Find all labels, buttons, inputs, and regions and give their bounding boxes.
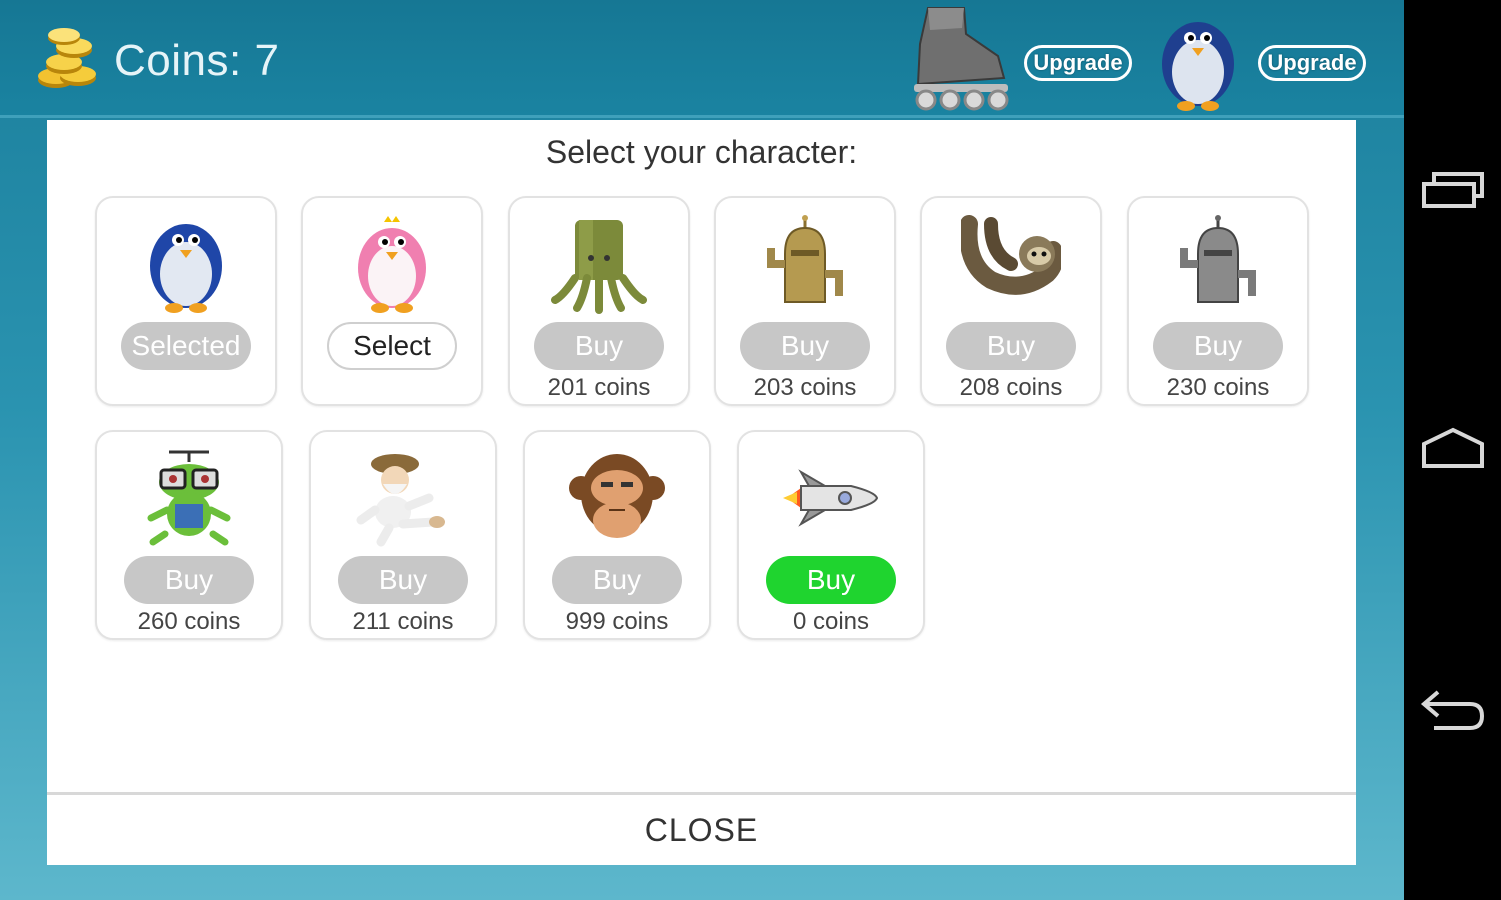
coins-count: Coins: 7 xyxy=(114,36,280,85)
upgrade-penguin-button[interactable]: Upgrade xyxy=(1258,45,1366,81)
character-card: Buy 211 coins xyxy=(309,430,497,640)
monkey-icon xyxy=(569,454,665,538)
price-label: 230 coins xyxy=(1166,374,1270,401)
character-card: Selected xyxy=(95,196,277,406)
top-bar: Coins: 7 Upgrade Upgrade xyxy=(0,0,1404,118)
home-icon[interactable] xyxy=(1420,424,1486,476)
buy-button[interactable]: Buy xyxy=(552,556,682,604)
price-label: 201 coins xyxy=(547,374,651,401)
coins-icon xyxy=(38,28,96,88)
close-button[interactable]: CLOSE xyxy=(47,796,1356,865)
price-label: 208 coins xyxy=(959,374,1063,401)
buy-button[interactable]: Buy xyxy=(946,322,1076,370)
squid-icon xyxy=(551,220,647,314)
buy-button[interactable]: Buy xyxy=(534,322,664,370)
buy-button[interactable]: Buy xyxy=(124,556,254,604)
price-label: 0 coins xyxy=(792,608,870,635)
price-label: 211 coins xyxy=(352,608,454,635)
pink-penguin-icon xyxy=(358,216,426,313)
price-label: 203 coins xyxy=(753,374,857,401)
character-card: Buy 999 coins xyxy=(523,430,711,640)
inline-skate-icon xyxy=(914,7,1009,111)
metal-robot-icon xyxy=(1180,215,1256,303)
back-icon[interactable] xyxy=(1420,684,1486,736)
price-label: 999 coins xyxy=(565,608,669,635)
system-navigation-bar xyxy=(1404,0,1501,900)
character-card: Buy 230 coins xyxy=(1127,196,1309,406)
buy-button[interactable]: Buy xyxy=(766,556,896,604)
penguin-icon xyxy=(1162,22,1234,111)
dialog-divider xyxy=(47,792,1356,795)
character-card: Buy 208 coins xyxy=(920,196,1102,406)
selected-button[interactable]: Selected xyxy=(121,322,251,370)
character-card: Buy 203 coins xyxy=(714,196,896,406)
frog-icon xyxy=(147,450,231,546)
upgrade-skates-button[interactable]: Upgrade xyxy=(1024,45,1132,81)
character-card: Buy 0 coins xyxy=(737,430,925,640)
buy-button[interactable]: Buy xyxy=(1153,322,1283,370)
rocket-icon xyxy=(783,469,879,527)
character-card: Buy 260 coins xyxy=(95,430,283,640)
character-card: Buy 201 coins xyxy=(508,196,690,406)
character-card: Select xyxy=(301,196,483,406)
character-select-dialog: Select your character: Selected Select B… xyxy=(47,120,1356,865)
price-label: 260 coins xyxy=(137,608,241,635)
dialog-title: Select your character: xyxy=(545,134,858,170)
golden-robot-icon xyxy=(767,215,843,303)
sloth-icon xyxy=(961,215,1061,295)
buy-button[interactable]: Buy xyxy=(740,322,870,370)
gnome-icon xyxy=(356,454,445,547)
select-button[interactable]: Select xyxy=(327,322,457,370)
buy-button[interactable]: Buy xyxy=(338,556,468,604)
recent-apps-icon[interactable] xyxy=(1420,164,1486,216)
blue-penguin-icon xyxy=(150,224,222,313)
